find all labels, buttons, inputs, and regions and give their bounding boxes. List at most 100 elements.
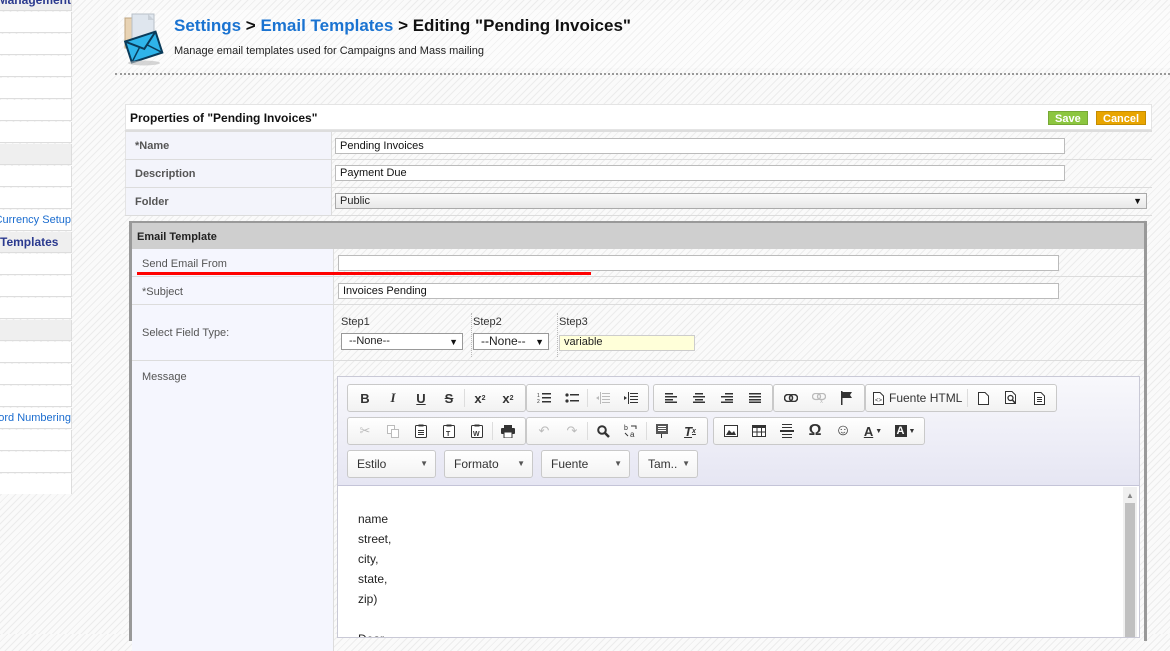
dropdown-arrow-icon: ▼	[682, 459, 690, 468]
paste-icon[interactable]	[407, 420, 435, 442]
sidebar-item-currency-setup[interactable]: Currency Setup	[0, 210, 72, 231]
smiley-icon[interactable]: ☺	[829, 420, 857, 442]
dropdown-arrow-icon: ▼	[517, 459, 525, 468]
content-line: Dear	[358, 629, 1103, 637]
preview-icon[interactable]	[997, 387, 1025, 409]
anchor-flag-icon[interactable]	[833, 387, 861, 409]
breadcrumb-email-templates-link[interactable]: Email Templates	[260, 16, 393, 35]
toolbar-group-insert: Ω ☺ A ▼ A ▼	[713, 417, 925, 445]
step2-select[interactable]: --None-- ▼	[473, 333, 549, 350]
sidebar-item[interactable]	[0, 56, 72, 77]
variable-input[interactable]: variable	[559, 335, 695, 351]
undo-icon[interactable]: ↶	[530, 420, 558, 442]
select-all-icon[interactable]	[648, 420, 676, 442]
scroll-up-arrow-icon[interactable]: ▲	[1126, 491, 1134, 500]
sidebar-item-record-numbering[interactable]: Record Numbering	[0, 408, 72, 429]
toolbar-group-basicstyles: B I U S x2 x2	[347, 384, 526, 412]
subscript-button[interactable]: x2	[466, 387, 494, 409]
bulleted-list-icon[interactable]	[558, 387, 586, 409]
breadcrumb-settings-link[interactable]: Settings	[174, 16, 241, 35]
sidebar-item[interactable]	[0, 386, 72, 407]
paste-word-icon[interactable]: W	[463, 420, 491, 442]
sidebar-item[interactable]	[0, 78, 72, 99]
subject-input[interactable]: Invoices Pending	[338, 283, 1059, 299]
subject-row: *Subject Invoices Pending	[132, 277, 1144, 305]
editor-scrollbar[interactable]: ▲	[1123, 487, 1137, 637]
folder-select[interactable]: Public ▼	[335, 193, 1147, 209]
horizontal-line-icon[interactable]	[773, 420, 801, 442]
save-button[interactable]: Save	[1048, 111, 1088, 125]
align-center-icon[interactable]	[685, 387, 713, 409]
paste-text-icon[interactable]: T	[435, 420, 463, 442]
font-combo[interactable]: Fuente ▼	[541, 450, 630, 478]
name-input[interactable]: Pending Invoices	[335, 138, 1065, 154]
sidebar-section-management[interactable]: Management	[0, 0, 72, 11]
align-right-icon[interactable]	[713, 387, 741, 409]
sidebar-item[interactable]	[0, 452, 72, 473]
message-editor: B I U S x2 x2 12 x <> Fuente HTML ✂ T W …	[337, 376, 1140, 638]
sidebar-section	[0, 144, 72, 165]
send-from-label: Send Email From	[142, 258, 227, 270]
copy-icon[interactable]	[379, 420, 407, 442]
italic-button[interactable]: I	[379, 387, 407, 409]
sidebar-item[interactable]	[0, 474, 72, 494]
print-icon[interactable]	[494, 420, 522, 442]
sidebar-item[interactable]	[0, 430, 72, 451]
image-icon[interactable]	[717, 420, 745, 442]
align-justify-icon[interactable]	[741, 387, 769, 409]
new-page-icon[interactable]	[969, 387, 997, 409]
sidebar-item[interactable]	[0, 342, 72, 363]
bold-button[interactable]: B	[351, 387, 379, 409]
sidebar-item[interactable]	[0, 100, 72, 121]
toolbar-group-align	[653, 384, 773, 412]
redo-icon[interactable]: ↷	[558, 420, 586, 442]
cancel-button[interactable]: Cancel	[1096, 111, 1147, 125]
sidebar-item[interactable]	[0, 364, 72, 385]
step1-select[interactable]: --None-- ▼	[341, 333, 463, 350]
remove-format-icon[interactable]: Tx	[676, 420, 704, 442]
strikethrough-button[interactable]: S	[435, 387, 463, 409]
sidebar-item[interactable]	[0, 298, 72, 319]
dropdown-arrow-icon: ▼	[420, 459, 428, 468]
content-line: city,	[358, 552, 379, 566]
replace-icon[interactable]: ba	[617, 420, 645, 442]
properties-header: Properties of "Pending Invoices" Save Ca…	[125, 104, 1152, 130]
find-icon[interactable]	[589, 420, 617, 442]
superscript-button[interactable]: x2	[494, 387, 522, 409]
source-html-button[interactable]: <> Fuente HTML	[869, 391, 966, 405]
align-left-icon[interactable]	[657, 387, 685, 409]
toolbar-group-clipboard: ✂ T W	[347, 417, 526, 445]
sidebar-item[interactable]	[0, 276, 72, 297]
unlink-icon[interactable]: x	[805, 387, 833, 409]
special-character-icon[interactable]: Ω	[801, 420, 829, 442]
step-divider	[471, 313, 472, 357]
increase-indent-icon[interactable]	[617, 387, 645, 409]
sidebar-section-templates[interactable]: Templates	[0, 232, 72, 253]
text-color-icon[interactable]: A ▼	[857, 420, 889, 442]
templates-icon[interactable]	[1025, 387, 1053, 409]
background-color-icon[interactable]: A ▼	[889, 420, 921, 442]
svg-text:b: b	[624, 425, 628, 432]
dropdown-arrow-icon: ▼	[449, 337, 458, 347]
scrollbar-thumb[interactable]	[1125, 503, 1135, 637]
sidebar-item[interactable]	[0, 188, 72, 209]
underline-button[interactable]: U	[407, 387, 435, 409]
link-icon[interactable]	[777, 387, 805, 409]
toolbar-group-editing: ↶ ↷ ba Tx	[526, 417, 708, 445]
cut-icon[interactable]: ✂	[351, 420, 379, 442]
sidebar-item[interactable]	[0, 12, 72, 33]
format-combo[interactable]: Formato ▼	[444, 450, 533, 478]
editor-content[interactable]: name street, city, state, zip) Dear	[338, 487, 1123, 637]
style-combo[interactable]: Estilo ▼	[347, 450, 436, 478]
sidebar-item[interactable]	[0, 166, 72, 187]
sidebar-item[interactable]	[0, 122, 72, 143]
description-input[interactable]: Payment Due	[335, 165, 1065, 181]
decrease-indent-icon[interactable]	[589, 387, 617, 409]
svg-text:2: 2	[537, 399, 540, 404]
send-from-input[interactable]	[338, 255, 1059, 271]
table-icon[interactable]	[745, 420, 773, 442]
sidebar-item[interactable]	[0, 34, 72, 55]
sidebar-item[interactable]	[0, 254, 72, 275]
numbered-list-icon[interactable]: 12	[530, 387, 558, 409]
font-size-combo[interactable]: Tam.. ▼	[638, 450, 698, 478]
